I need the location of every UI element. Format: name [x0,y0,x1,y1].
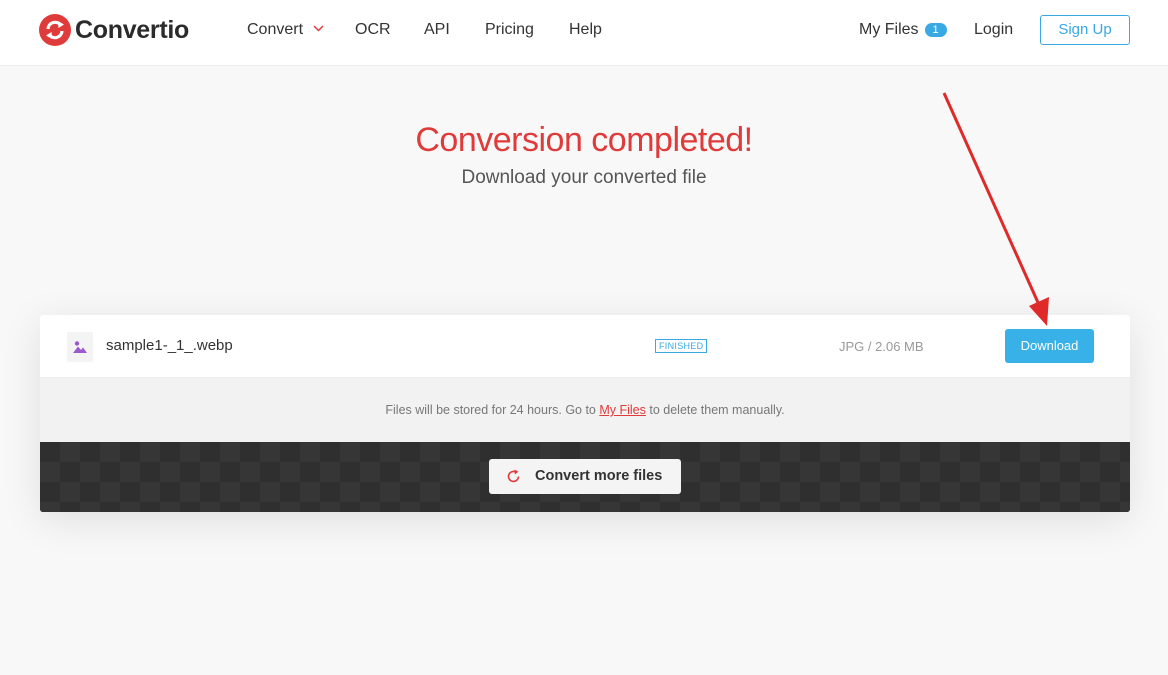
storage-notice: Files will be stored for 24 hours. Go to… [40,378,1130,442]
my-files-count-badge: 1 [924,23,947,37]
convertio-logo-icon [39,14,71,46]
page-subtitle: Download your converted file [461,167,707,188]
nav-convert-label: Convert [247,21,304,38]
nav-convert[interactable]: Convert [247,21,325,39]
refresh-icon [507,469,520,483]
notice-text-before: Files will be stored for 24 hours. Go to [385,403,600,417]
page-title: Conversion completed! [415,121,753,159]
file-row: sample1-_1_.webp FINISHED JPG / 2.06 MB … [40,315,1130,378]
image-file-icon [67,332,93,362]
my-files-link[interactable]: My Files 1 [859,21,947,39]
notice-text-after: to delete them manually. [645,403,785,417]
conversion-result-card: sample1-_1_.webp FINISHED JPG / 2.06 MB … [40,315,1130,512]
download-button[interactable]: Download [1005,329,1094,363]
nav-help[interactable]: Help [569,21,602,39]
nav-api[interactable]: API [424,21,450,39]
convertio-logo[interactable]: Convertio [39,14,189,46]
file-format-size: JPG / 2.06 MB [839,339,924,354]
nav-pricing[interactable]: Pricing [485,21,534,39]
brand-name: Convertio [75,15,189,44]
nav-ocr[interactable]: OCR [355,21,391,39]
signup-button[interactable]: Sign Up [1040,15,1130,45]
top-header: Convertio Convert OCR API Pricing Help M… [0,0,1168,66]
convert-more-bar: Convert more files [40,442,1130,512]
status-badge: FINISHED [655,339,708,353]
convert-more-button[interactable]: Convert more files [489,459,681,494]
my-files-label: My Files [859,21,919,38]
login-link[interactable]: Login [974,21,1013,39]
convert-more-label: Convert more files [535,468,663,484]
file-name: sample1-_1_.webp [106,337,233,354]
chevron-down-icon [313,25,325,32]
my-files-notice-link[interactable]: My Files [599,403,646,417]
